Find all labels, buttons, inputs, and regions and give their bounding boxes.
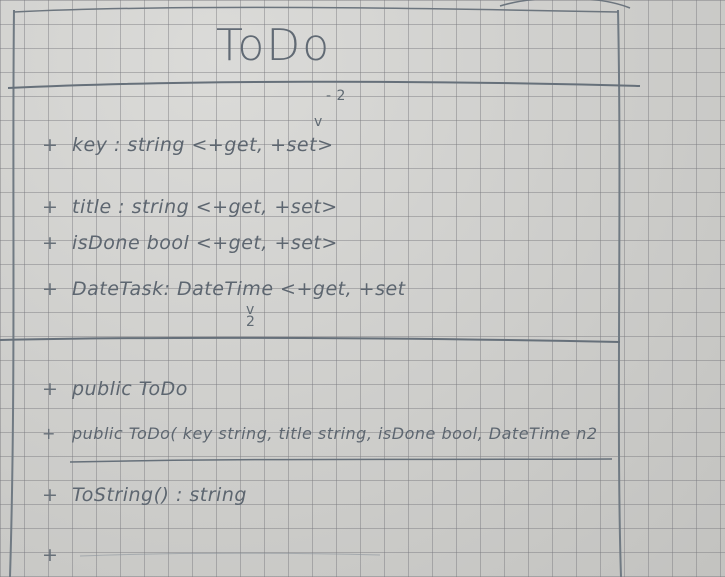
visibility-marker: + — [42, 232, 59, 254]
visibility-marker: + — [42, 424, 56, 443]
top-annotation: - 2 — [326, 88, 346, 104]
attribute-datetask: + DateTask: DateTime <+get, +set — [42, 278, 406, 300]
attribute-isdone: + isDone bool <+get, +set> — [42, 232, 338, 254]
attribute-text: title : string <+get, +set> — [72, 196, 338, 218]
class-title: ToDo — [216, 20, 332, 71]
visibility-marker: + — [42, 544, 59, 566]
attribute-key: + key : string <+get, +set> — [42, 134, 334, 156]
visibility-marker: + — [42, 134, 59, 156]
date-annotation: v 2 — [246, 302, 256, 330]
attribute-text: key : string <+get, +set> — [72, 134, 334, 156]
method-text: public ToDo — [72, 378, 188, 400]
visibility-marker: + — [42, 278, 59, 300]
method-default-constructor: + public ToDo — [42, 378, 188, 400]
method-full-constructor: + public ToDo( key string, title string, … — [42, 424, 598, 443]
method-placeholder: + — [42, 544, 72, 566]
visibility-marker: + — [42, 196, 59, 218]
attribute-text: isDone bool <+get, +set> — [72, 232, 338, 254]
attribute-title: + title : string <+get, +set> — [42, 196, 338, 218]
key-annotation: v — [314, 114, 323, 130]
visibility-marker: + — [42, 484, 59, 506]
attribute-text: DateTask: DateTime <+get, +set — [72, 278, 406, 300]
method-tostring: + ToString() : string — [42, 484, 247, 506]
method-text: ToString() : string — [72, 484, 247, 506]
method-text: public ToDo( key string, title string, i… — [72, 424, 598, 443]
visibility-marker: + — [42, 378, 59, 400]
